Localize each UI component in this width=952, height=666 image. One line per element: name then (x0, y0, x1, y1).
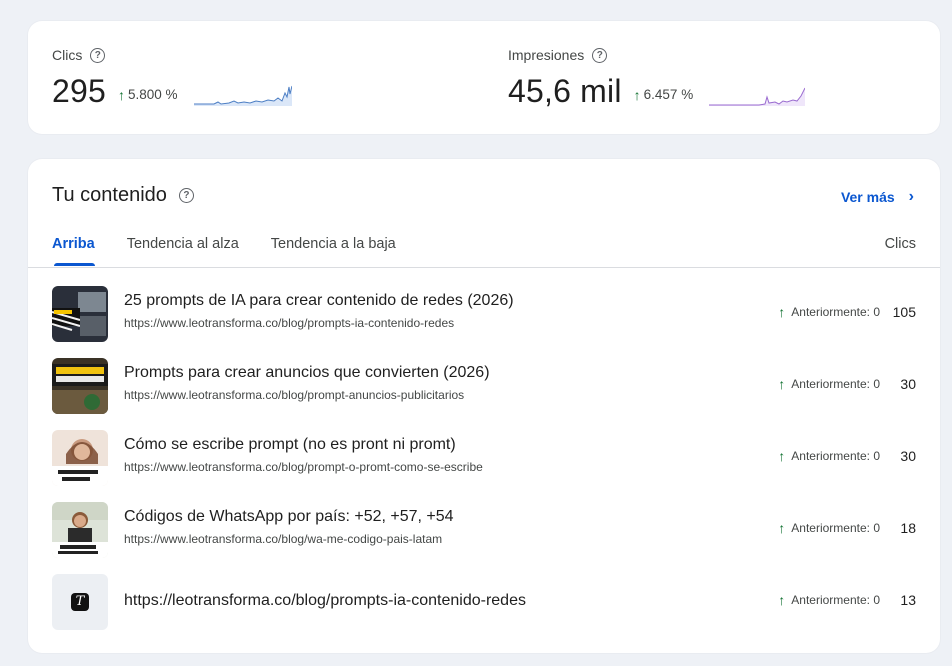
item-url: https://www.leotransforma.co/blog/prompt… (124, 388, 465, 402)
item-title: 25 prompts de IA para crear contenido de… (124, 292, 514, 309)
arrow-up-icon: ↑ (778, 592, 786, 608)
item-title: Códigos de WhatsApp por país: +52, +57, … (124, 508, 454, 525)
list-item[interactable]: Prompts para crear anuncios que conviert… (28, 350, 940, 422)
list-item[interactable]: T https://leotransforma.co/blog/prompts-… (28, 566, 940, 638)
tab-trending-down[interactable]: Tendencia a la baja (271, 236, 396, 266)
clicks-value: 295 (52, 73, 106, 109)
impressions-metric[interactable]: Impresiones ? 45,6 mil ↑ 6.457 % (508, 45, 806, 110)
list-item[interactable]: Cómo se escribe prompt (no es pront ni p… (28, 422, 940, 494)
item-title: Prompts para crear anuncios que conviert… (124, 364, 490, 381)
clicks-count: 30 (900, 376, 916, 392)
impressions-value: 45,6 mil (508, 73, 622, 109)
previous-value: Anteriormente: 0 (791, 593, 880, 607)
clicks-sparkline (193, 85, 292, 106)
site-logo-icon: T (52, 574, 108, 630)
list-item[interactable]: 25 prompts de IA para crear contenido de… (28, 278, 940, 350)
section-title: Tu contenido (52, 184, 167, 206)
performance-summary-card: Clics ? 295 ↑ 5.800 % Impresiones ? 45,6… (28, 21, 940, 134)
thumbnail (52, 286, 108, 342)
thumbnail (52, 358, 108, 414)
clicks-column-header: Clics (884, 236, 916, 252)
item-url: https://leotransforma.co/blog/prompts-ia… (124, 592, 526, 609)
previous-value: Anteriormente: 0 (791, 305, 880, 319)
chevron-right-icon: › (908, 188, 914, 205)
impressions-change: 6.457 % (643, 87, 694, 102)
clicks-label: Clics (52, 47, 83, 63)
clicks-count: 30 (900, 448, 916, 464)
arrow-up-icon: ↑ (633, 86, 641, 103)
list-item[interactable]: Códigos de WhatsApp por país: +52, +57, … (28, 494, 940, 566)
impressions-sparkline (709, 87, 806, 106)
clicks-metric[interactable]: Clics ? 295 ↑ 5.800 % (52, 45, 292, 110)
site-logo-letter: T (71, 593, 89, 611)
item-url: https://www.leotransforma.co/blog/prompt… (124, 460, 483, 474)
thumbnail (52, 502, 108, 558)
thumbnail (52, 430, 108, 486)
help-circle-icon[interactable]: ? (90, 47, 106, 63)
item-title: Cómo se escribe prompt (no es pront ni p… (124, 436, 456, 453)
tab-top[interactable]: Arriba (52, 236, 95, 266)
item-url: https://www.leotransforma.co/blog/prompt… (124, 316, 455, 330)
content-list: 25 prompts de IA para crear contenido de… (28, 278, 940, 638)
clicks-count: 13 (900, 592, 916, 608)
arrow-up-icon: ↑ (118, 86, 125, 103)
help-circle-icon[interactable]: ? (592, 47, 608, 63)
see-more-label: Ver más (840, 189, 895, 205)
arrow-up-icon: ↑ (778, 376, 786, 392)
arrow-up-icon: ↑ (778, 448, 786, 464)
tab-trending-up[interactable]: Tendencia al alza (127, 236, 239, 266)
item-url: https://www.leotransforma.co/blog/wa-me-… (124, 532, 443, 546)
clicks-count: 105 (892, 304, 916, 320)
previous-value: Anteriormente: 0 (791, 521, 880, 535)
top-content-card: Tu contenido ? Ver más › Arriba Tendenci… (28, 159, 940, 653)
previous-value: Anteriormente: 0 (791, 449, 880, 463)
previous-value: Anteriormente: 0 (791, 377, 880, 391)
impressions-label: Impresiones (508, 47, 585, 63)
clicks-change: 5.800 % (128, 87, 178, 102)
clicks-count: 18 (900, 520, 916, 536)
divider (28, 267, 940, 268)
help-circle-icon[interactable]: ? (178, 188, 194, 203)
arrow-up-icon: ↑ (778, 304, 786, 320)
content-tabs: Arriba Tendencia al alza Tendencia a la … (52, 236, 396, 266)
see-more-link[interactable]: Ver más › (841, 188, 914, 206)
arrow-up-icon: ↑ (778, 520, 786, 536)
